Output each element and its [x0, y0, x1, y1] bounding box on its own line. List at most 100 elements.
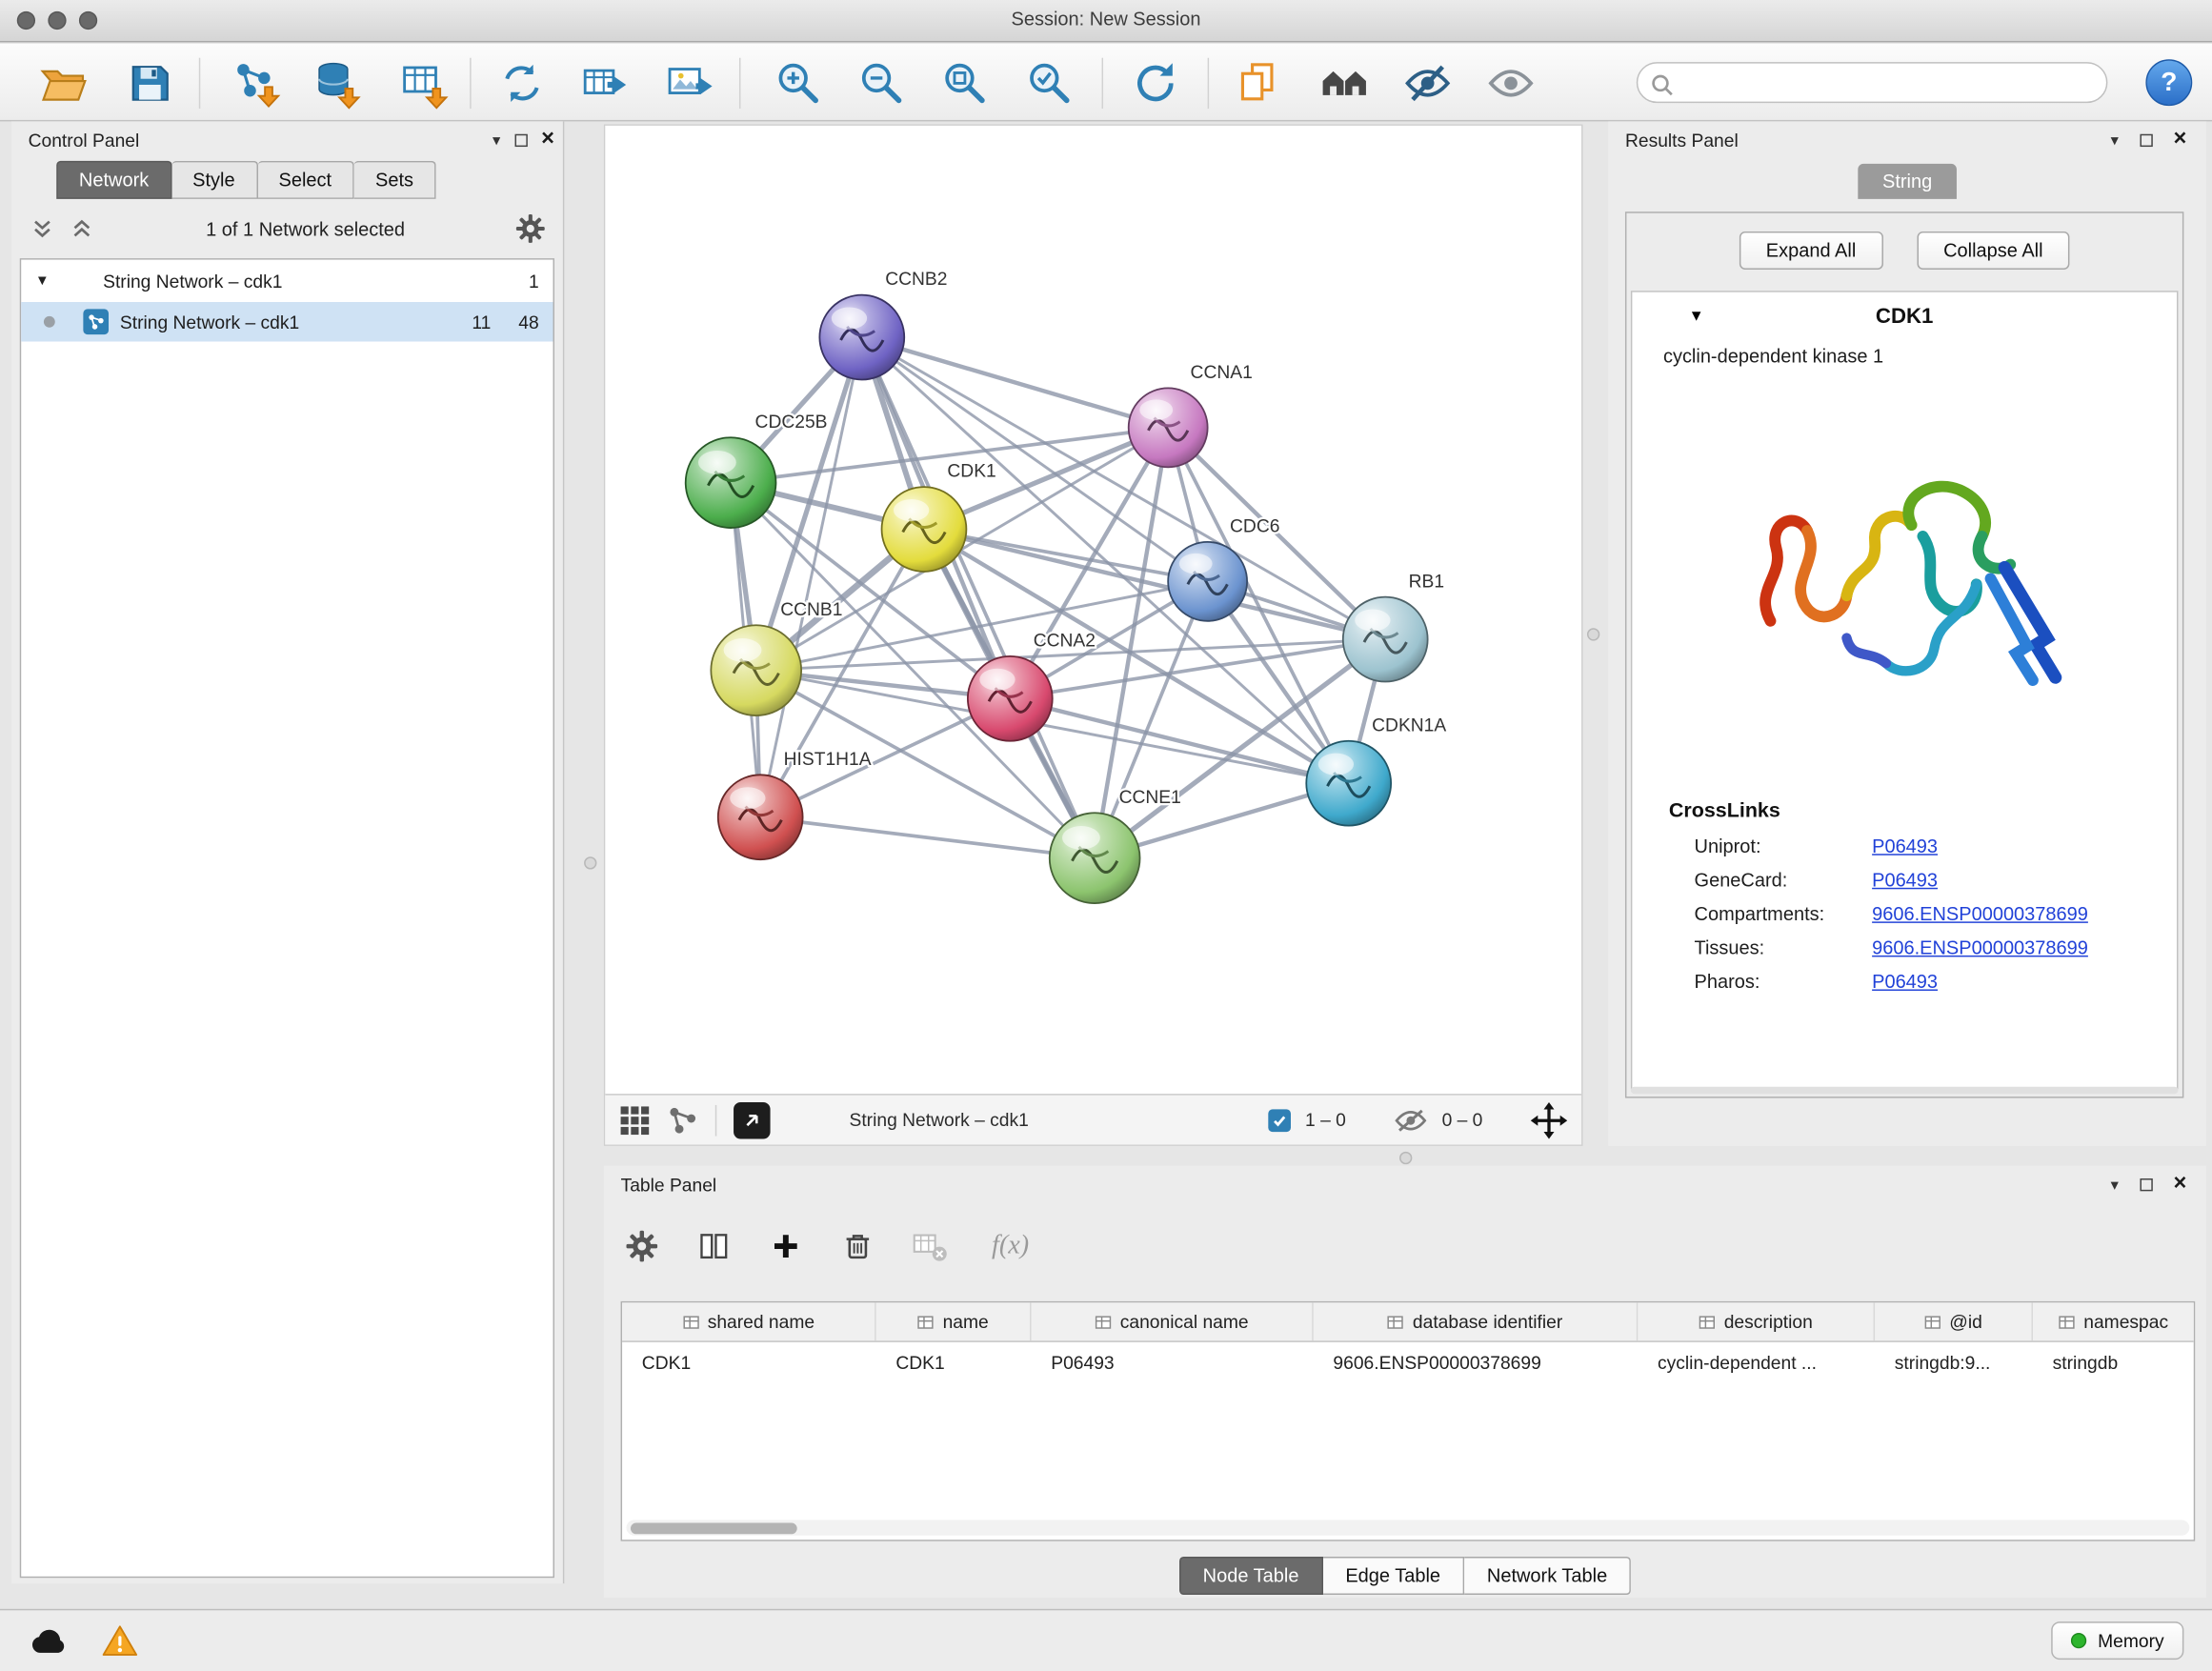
splitter-handle[interactable] — [1399, 1152, 1412, 1164]
collapse-all-networks-icon[interactable] — [29, 214, 57, 243]
section-collapse-icon[interactable]: ▼ — [1689, 308, 1704, 325]
column-header-namespace[interactable]: namespac — [2033, 1302, 2194, 1340]
network-node-CDKN1A[interactable]: CDKN1A — [1306, 715, 1446, 825]
panel-collapse-icon[interactable]: ▾ — [493, 131, 500, 149]
panel-float-icon[interactable] — [514, 133, 527, 146]
birds-eye-view-button[interactable] — [734, 1101, 771, 1138]
network-edge[interactable] — [862, 337, 1095, 858]
network-node-CCNA1[interactable]: CCNA1 — [1129, 363, 1253, 467]
table-tabs: Node Table Edge Table Network Table — [604, 1557, 2206, 1595]
network-edge[interactable] — [862, 337, 1168, 428]
import-table-from-file-button[interactable] — [393, 52, 455, 114]
column-header-canonical-name[interactable]: canonical name — [1032, 1302, 1314, 1340]
export-image-button[interactable] — [659, 52, 721, 114]
network-node-CDK1[interactable]: CDK1 — [882, 462, 996, 572]
tree-expand-icon[interactable]: ▼ — [35, 273, 55, 289]
hide-selected-button[interactable] — [1397, 52, 1458, 114]
panel-close-icon[interactable]: × — [2174, 129, 2187, 151]
results-scrollbar[interactable] — [1631, 1087, 2179, 1094]
network-share-icon[interactable] — [667, 1104, 698, 1136]
expand-all-networks-icon[interactable] — [68, 214, 96, 243]
zoom-fit-button[interactable] — [934, 52, 995, 114]
scrollbar-thumb[interactable] — [631, 1522, 797, 1534]
refresh-button[interactable] — [1124, 52, 1186, 114]
panel-collapse-icon[interactable]: ▾ — [2111, 131, 2119, 149]
column-header-database-identifier[interactable]: database identifier — [1314, 1302, 1639, 1340]
cell-shared-name[interactable]: CDK1 — [622, 1351, 876, 1372]
gear-icon[interactable] — [515, 213, 547, 245]
delete-column-icon[interactable] — [836, 1225, 878, 1267]
panel-float-icon[interactable] — [2140, 133, 2152, 146]
open-session-button[interactable] — [32, 52, 94, 114]
delete-table-icon — [909, 1225, 951, 1267]
magnifier-fit-icon — [938, 56, 992, 110]
network-canvas[interactable]: CCNB2CCNA1CDC25BCDK1CDC6RB1CCNB1CCNA2CDK… — [605, 126, 1584, 1097]
pharos-link[interactable]: P06493 — [1872, 971, 1938, 992]
column-header-description[interactable]: description — [1638, 1302, 1875, 1340]
network-collection-row[interactable]: ▼ String Network – cdk1 1 — [21, 260, 553, 302]
show-all-button[interactable] — [1479, 52, 1541, 114]
cell-canonical-name[interactable]: P06493 — [1032, 1351, 1314, 1372]
splitter-handle[interactable] — [1587, 628, 1599, 640]
pan-mode-icon[interactable] — [1531, 1101, 1568, 1138]
memory-button[interactable]: Memory — [2051, 1621, 2183, 1660]
column-header-id[interactable]: @id — [1875, 1302, 2033, 1340]
panel-float-icon[interactable] — [2140, 1178, 2152, 1190]
horizontal-scrollbar[interactable] — [627, 1520, 2190, 1535]
network-edge[interactable] — [760, 817, 1095, 858]
cell-name[interactable]: CDK1 — [876, 1351, 1032, 1372]
help-button[interactable]: ? — [2145, 59, 2192, 106]
table-row[interactable]: CDK1 CDK1 P06493 9606.ENSP00000378699 cy… — [622, 1342, 2194, 1381]
cell-namespace[interactable]: stringdb — [2033, 1351, 2194, 1372]
show-columns-icon[interactable] — [693, 1225, 734, 1267]
cell-database-identifier[interactable]: 9606.ENSP00000378699 — [1314, 1351, 1639, 1372]
tab-network[interactable]: Network — [56, 161, 171, 199]
new-network-from-selection-button[interactable] — [491, 52, 553, 114]
network-edge[interactable] — [760, 337, 862, 817]
export-table-button[interactable] — [574, 52, 636, 114]
zoom-out-button[interactable] — [851, 52, 913, 114]
network-node-RB1[interactable]: RB1 — [1343, 572, 1444, 681]
tab-string[interactable]: String — [1859, 163, 1957, 198]
tab-style[interactable]: Style — [171, 161, 257, 199]
uniprot-link[interactable]: P06493 — [1872, 836, 1938, 856]
import-network-from-database-button[interactable] — [308, 52, 370, 114]
panel-close-icon[interactable]: × — [2174, 1173, 2187, 1196]
column-header-shared-name[interactable]: shared name — [622, 1302, 876, 1340]
network-row-selected[interactable]: String Network – cdk1 11 48 — [21, 302, 553, 341]
warning-icon[interactable] — [99, 1621, 141, 1660]
tab-select[interactable]: Select — [257, 161, 353, 199]
search-input[interactable] — [1680, 67, 2098, 99]
network-edge[interactable] — [862, 337, 1385, 639]
grid-view-icon[interactable] — [619, 1104, 651, 1136]
genecard-link[interactable]: P06493 — [1872, 870, 1938, 891]
zoom-in-button[interactable] — [768, 52, 830, 114]
zoom-selected-button[interactable] — [1018, 52, 1080, 114]
panel-collapse-icon[interactable]: ▾ — [2111, 1175, 2119, 1193]
column-header-name[interactable]: name — [876, 1302, 1032, 1340]
houses-icon — [1317, 56, 1371, 110]
cloud-icon[interactable] — [29, 1622, 70, 1660]
splitter-handle[interactable] — [584, 856, 596, 869]
function-builder-button[interactable]: f(x) — [992, 1231, 1029, 1262]
cell-description[interactable]: cyclin-dependent ... — [1638, 1351, 1875, 1372]
expand-all-button[interactable]: Expand All — [1739, 232, 1883, 270]
collapse-all-button[interactable]: Collapse All — [1917, 232, 2070, 270]
table-settings-gear-icon[interactable] — [621, 1225, 663, 1267]
network-node-CCNB2[interactable]: CCNB2 — [819, 270, 947, 379]
tab-network-table[interactable]: Network Table — [1464, 1557, 1631, 1595]
selected-checkbox-icon[interactable] — [1269, 1109, 1292, 1132]
network-node-HIST1H1A[interactable]: HIST1H1A — [718, 750, 872, 859]
tab-edge-table[interactable]: Edge Table — [1323, 1557, 1465, 1595]
panel-close-icon[interactable]: × — [541, 129, 554, 151]
add-column-icon[interactable] — [765, 1225, 807, 1267]
tab-node-table[interactable]: Node Table — [1178, 1557, 1322, 1595]
cell-id[interactable]: stringdb:9... — [1875, 1351, 2033, 1372]
tab-sets[interactable]: Sets — [354, 161, 436, 199]
copy-button[interactable] — [1229, 52, 1291, 114]
compartments-link[interactable]: 9606.ENSP00000378699 — [1872, 903, 2088, 924]
tissues-link[interactable]: 9606.ENSP00000378699 — [1872, 937, 2088, 958]
import-network-from-file-button[interactable] — [226, 52, 288, 114]
save-session-button[interactable] — [118, 52, 180, 114]
starter-panel-button[interactable] — [1314, 52, 1376, 114]
